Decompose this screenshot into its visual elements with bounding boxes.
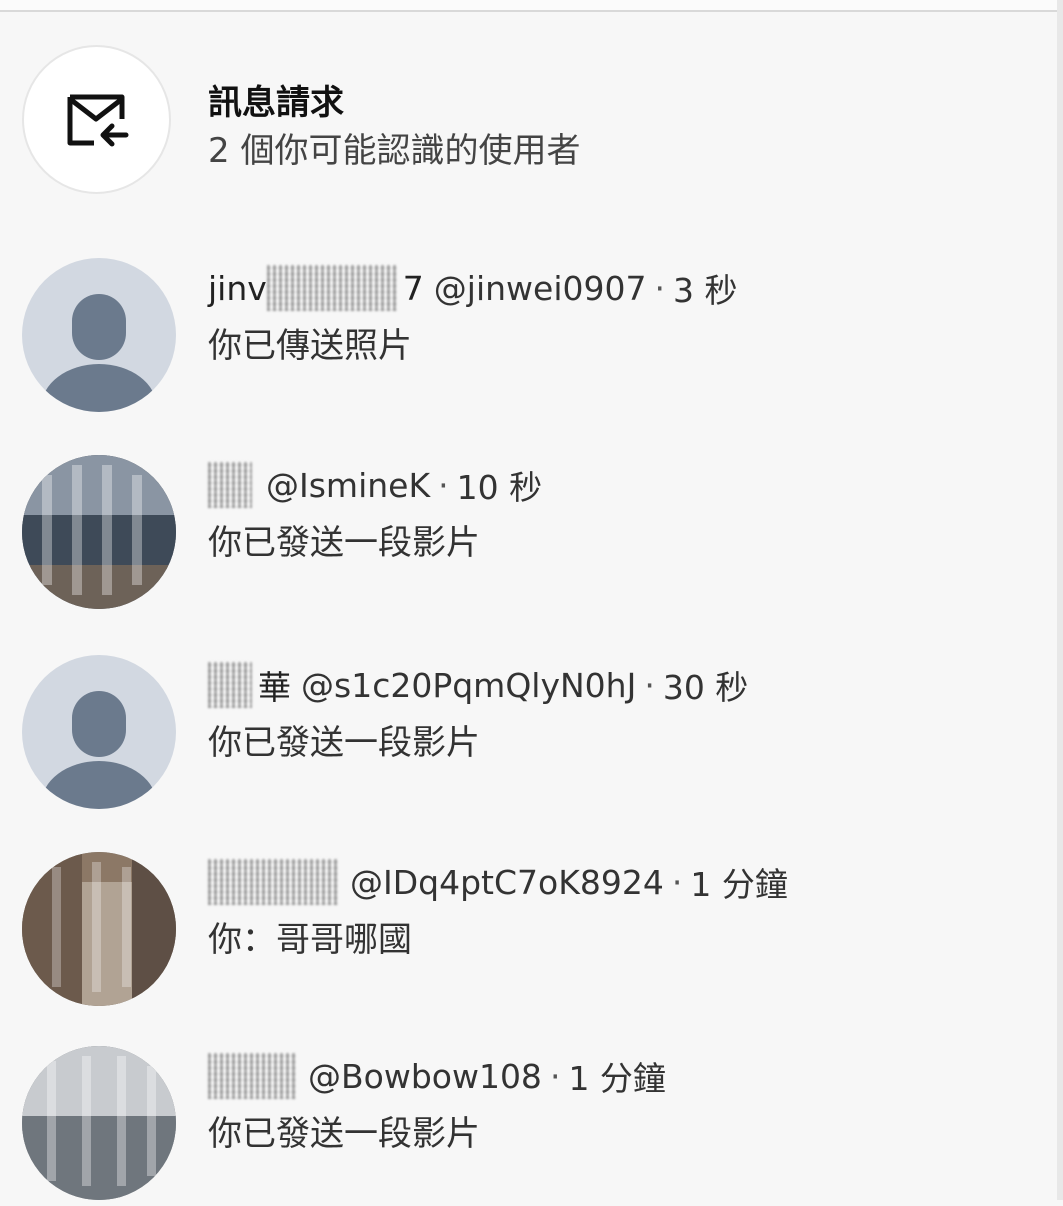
separator-dot: · — [438, 465, 449, 505]
pixelated-photo — [22, 455, 176, 609]
user-handle: @Bowbow108 — [308, 1056, 542, 1096]
message-preview: 你已發送一段影片 — [208, 1114, 480, 1154]
pixelated-photo — [22, 1046, 176, 1200]
mail-request-icon — [67, 94, 128, 146]
separator-dot: · — [671, 862, 683, 902]
conversation-row[interactable]: @Bowbow108 · 1 分鐘 你已發送一段影片 — [22, 1046, 1022, 1206]
person-silhouette-icon — [41, 691, 157, 809]
conversation-row[interactable]: @IsmineK · 10 秒 你已發送一段影片 — [22, 455, 1022, 615]
message-preview: 你已發送一段影片 — [208, 523, 480, 563]
user-handle: @IsmineK — [266, 465, 431, 505]
requests-title: 訊息請求 — [208, 83, 344, 123]
conversation-header: @IDq4ptC7oK8924 · 1 分鐘 — [208, 858, 788, 906]
conversation-header: @IsmineK · 10 秒 — [208, 461, 542, 509]
scroll-edge — [1057, 0, 1063, 1200]
profile-photo-avatar — [22, 455, 176, 609]
message-preview: 你已傳送照片 — [208, 326, 412, 366]
conversation-header: @Bowbow108 · 1 分鐘 — [208, 1052, 666, 1100]
display-name-suffix: 7 — [402, 268, 424, 308]
default-avatar — [22, 655, 176, 809]
conversation-row[interactable]: @IDq4ptC7oK8924 · 1 分鐘 你：哥哥哪國 — [22, 852, 1022, 1012]
user-handle: @s1c20PqmQlyN0hJ — [301, 665, 637, 705]
profile-photo-avatar — [22, 852, 176, 1006]
user-handle: @jinwei0907 — [433, 268, 647, 308]
timestamp: 1 分鐘 — [568, 1059, 666, 1098]
pixelated-photo — [22, 852, 176, 1006]
user-handle: @IDq4ptC7oK8924 — [350, 862, 664, 902]
separator-dot: · — [644, 665, 655, 705]
message-preview: 你已發送一段影片 — [208, 723, 480, 763]
timestamp: 3 秒 — [672, 271, 738, 310]
person-silhouette-icon — [41, 294, 157, 412]
timestamp: 1 分鐘 — [690, 865, 788, 904]
redacted-name — [266, 265, 397, 311]
default-avatar — [22, 258, 176, 412]
requests-subtitle: 2 個你可能認識的使用者 — [208, 131, 581, 171]
conversation-row[interactable]: 華 @s1c20PqmQlyN0hJ · 30 秒 你已發送一段影片 — [22, 655, 1022, 815]
profile-photo-avatar — [22, 1046, 176, 1200]
timestamp: 10 秒 — [456, 468, 543, 507]
redacted-name — [208, 1053, 296, 1099]
conversation-header: jinv 7 @jinwei0907 · 3 秒 — [208, 264, 737, 312]
display-name-suffix: 華 — [258, 668, 291, 707]
redacted-name — [208, 462, 252, 508]
separator-dot: · — [654, 268, 665, 308]
conversation-row[interactable]: jinv 7 @jinwei0907 · 3 秒 你已傳送照片 — [22, 258, 1022, 418]
top-divider — [0, 0, 1063, 12]
message-preview: 你：哥哥哪國 — [208, 920, 412, 960]
redacted-name — [208, 662, 252, 708]
conversation-header: 華 @s1c20PqmQlyN0hJ · 30 秒 — [208, 661, 748, 709]
display-name: jinv — [208, 268, 267, 308]
separator-dot: · — [549, 1056, 561, 1096]
requests-icon-circle — [22, 45, 171, 194]
timestamp: 30 秒 — [662, 668, 749, 707]
redacted-name — [208, 859, 338, 905]
message-requests-row[interactable]: 訊息請求 2 個你可能認識的使用者 — [22, 45, 1022, 195]
